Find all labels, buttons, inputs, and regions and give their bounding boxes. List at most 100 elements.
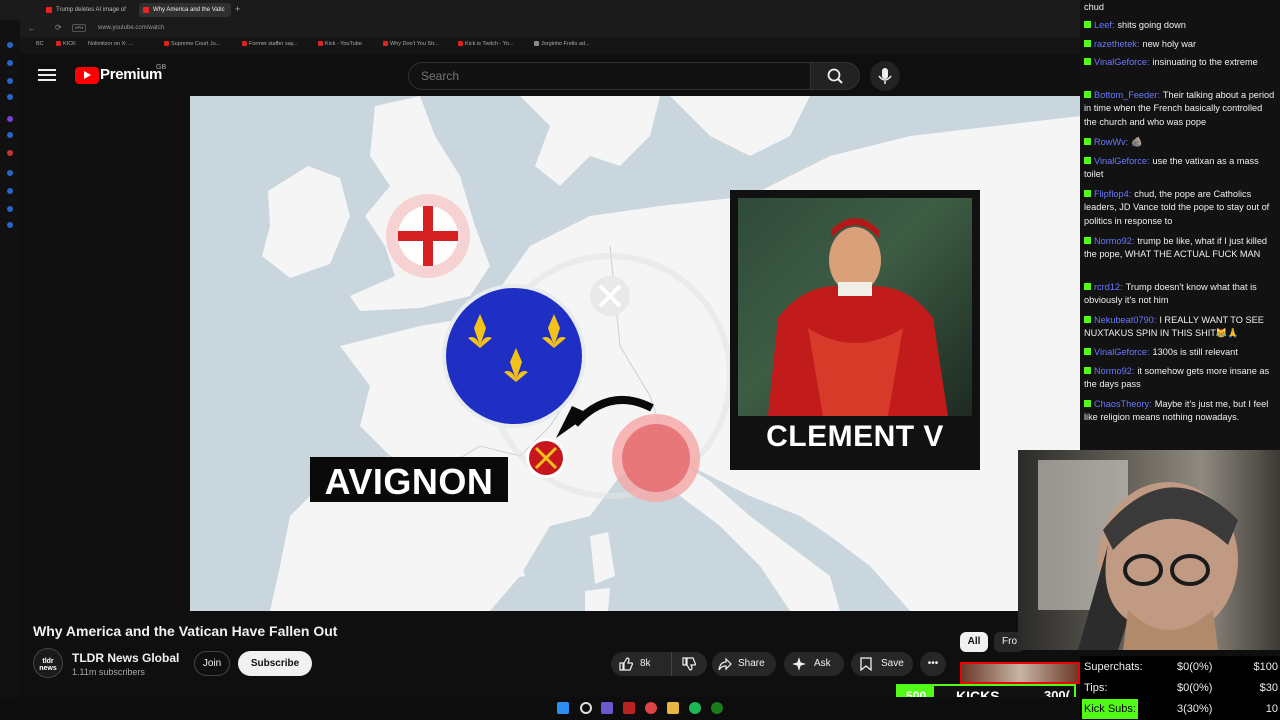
chat-username[interactable]: Leef: <box>1094 20 1114 30</box>
extension-icon[interactable] <box>7 116 13 122</box>
bookmark-icon <box>860 657 872 671</box>
extension-icon[interactable] <box>7 150 13 156</box>
bookmark-item[interactable]: Former staffer say... <box>242 41 298 47</box>
extension-icon[interactable] <box>7 170 13 176</box>
bookmark-icon <box>534 41 539 46</box>
vpn-icon[interactable]: VPN <box>72 24 86 32</box>
search-taskbar-icon[interactable] <box>580 702 592 714</box>
subscriber-badge-icon <box>1084 138 1091 145</box>
chat-username[interactable]: Flipflop4: <box>1094 189 1131 199</box>
bookmark-icon <box>242 41 247 46</box>
extension-icon[interactable] <box>7 206 13 212</box>
chat-message: Normo92: trump be like, what if I just ki… <box>1084 235 1276 262</box>
like-button[interactable]: 8k <box>611 652 669 676</box>
goal-label: Tips: <box>1084 682 1108 694</box>
chat-message: razethetek: new holy war <box>1084 38 1276 51</box>
bookmark-item[interactable]: Nolimitzor on X: ... <box>88 41 133 47</box>
reload-icon[interactable]: ⟳ <box>55 23 62 32</box>
chat-username[interactable]: rcrd12: <box>1094 282 1123 292</box>
extension-icon[interactable] <box>7 94 13 100</box>
hamburger-menu-icon[interactable] <box>38 66 56 84</box>
chat-message: VinalGeforce: insinuating to the extreme <box>1084 56 1276 69</box>
like-count: 8k <box>640 658 651 669</box>
chat-message: Leef: shits going down <box>1084 19 1276 32</box>
chat-message: Flipflop4: chud, the pope are Catholics l… <box>1084 188 1276 228</box>
bookmark-item[interactable]: Why Don't You Str... <box>383 41 439 47</box>
chat-username[interactable]: Bottom_Feeder: <box>1094 90 1160 100</box>
bookmark-label: KICK <box>63 41 76 47</box>
chat-text: chud <box>1084 2 1104 12</box>
chat-username[interactable]: ChaosTheory: <box>1094 399 1152 409</box>
browser-icon[interactable] <box>645 702 657 714</box>
extension-icon[interactable] <box>7 60 13 66</box>
extension-icon[interactable] <box>7 188 13 194</box>
extension-icon[interactable] <box>7 222 13 228</box>
bookmark-item[interactable]: Kick - YouTube <box>318 41 362 47</box>
discord-icon[interactable] <box>601 702 613 714</box>
subscriber-badge-icon <box>1084 40 1091 47</box>
url-field[interactable]: www.youtube.com/watch <box>98 23 1078 34</box>
chat-username[interactable]: Normo92: <box>1094 236 1134 246</box>
subscriber-badge-icon <box>1084 91 1091 98</box>
chat-username[interactable]: VinalGeforce: <box>1094 156 1150 166</box>
bookmark-label: Nolimitzor on X: ... <box>88 41 133 47</box>
chat-username[interactable]: VinalGeforce: <box>1094 347 1150 357</box>
chat-username[interactable]: razethetek: <box>1094 39 1139 49</box>
xbox-icon[interactable] <box>711 702 723 714</box>
youtube-premium-label[interactable]: Premium <box>100 66 162 83</box>
ask-button[interactable]: Ask <box>784 652 844 676</box>
spotify-icon[interactable] <box>689 702 701 714</box>
subscribe-button[interactable]: Subscribe <box>238 651 312 676</box>
goal-target: $30 <box>1259 682 1278 694</box>
chat-username[interactable]: Nekubeat0790: <box>1094 315 1156 325</box>
browser-tab[interactable]: Trump deletes AI image of <box>42 3 134 17</box>
youtube-logo-icon[interactable] <box>75 67 99 84</box>
chip-all[interactable]: All <box>960 632 988 652</box>
chat-message: Nekubeat0790: I REALLY WANT TO SEE NUXTAK… <box>1084 314 1276 341</box>
file-explorer-icon[interactable] <box>667 702 679 714</box>
extension-icon[interactable] <box>7 132 13 138</box>
new-tab-icon[interactable]: + <box>235 4 240 14</box>
join-button[interactable]: Join <box>194 651 230 676</box>
more-actions-button[interactable]: ••• <box>920 652 946 676</box>
channel-avatar[interactable]: tldr news <box>33 648 63 678</box>
extension-icon[interactable] <box>7 42 13 48</box>
goal-label: Superchats: <box>1084 661 1143 673</box>
chat-username[interactable]: VinalGeforce: <box>1094 57 1150 67</box>
region-code: GB <box>156 64 167 71</box>
channel-name[interactable]: TLDR News Global <box>72 651 179 665</box>
start-menu-icon[interactable] <box>557 702 569 714</box>
stream-goals-panel: Superchats: $0(0%) $100 Tips: $0(0%) $30 Kic… <box>1080 656 1280 720</box>
bookmark-label: Jorginho Frello ad... <box>541 41 590 47</box>
search-input[interactable] <box>421 69 801 83</box>
share-button[interactable]: Share <box>712 652 776 676</box>
search-button[interactable] <box>810 62 860 90</box>
goal-value: 3(30%) <box>1177 703 1213 715</box>
chat-message: VinalGeforce: 1300s is still relevant <box>1084 346 1276 359</box>
save-button[interactable]: Save <box>851 652 913 676</box>
subscriber-count: 1.11m subscribers <box>72 667 145 677</box>
subscriber-badge-icon <box>1084 237 1091 244</box>
share-icon <box>718 657 732 671</box>
voice-search-button[interactable] <box>870 61 900 91</box>
save-label: Save <box>881 658 904 669</box>
bookmark-item[interactable]: Supreme Court Ju... <box>164 41 220 47</box>
back-icon[interactable]: ← <box>28 24 36 33</box>
subscriber-badge-icon <box>1084 21 1091 28</box>
microphone-icon <box>878 68 892 84</box>
bookmark-item[interactable]: Kick is Twitch - Yo... <box>458 41 514 47</box>
chat-text: 🪨 <box>1131 137 1143 147</box>
chat-username[interactable]: RowWv: <box>1094 137 1128 147</box>
extension-icon[interactable] <box>7 78 13 84</box>
chat-username[interactable]: Normo92: <box>1094 366 1134 376</box>
city-label-box: AVIGNON <box>310 457 508 502</box>
browser-tab-active[interactable]: Why America and the Vatic <box>139 3 231 17</box>
bookmark-item[interactable]: KICK <box>56 41 76 47</box>
app-icon[interactable] <box>623 702 635 714</box>
more-icon: ••• <box>927 658 939 669</box>
webcam-feed <box>1018 450 1280 650</box>
bookmark-item[interactable]: BC <box>36 41 44 47</box>
dislike-button[interactable] <box>671 652 705 676</box>
bookmark-item[interactable]: Jorginho Frello ad... <box>534 41 590 47</box>
chat-message: chud <box>1084 1 1276 14</box>
